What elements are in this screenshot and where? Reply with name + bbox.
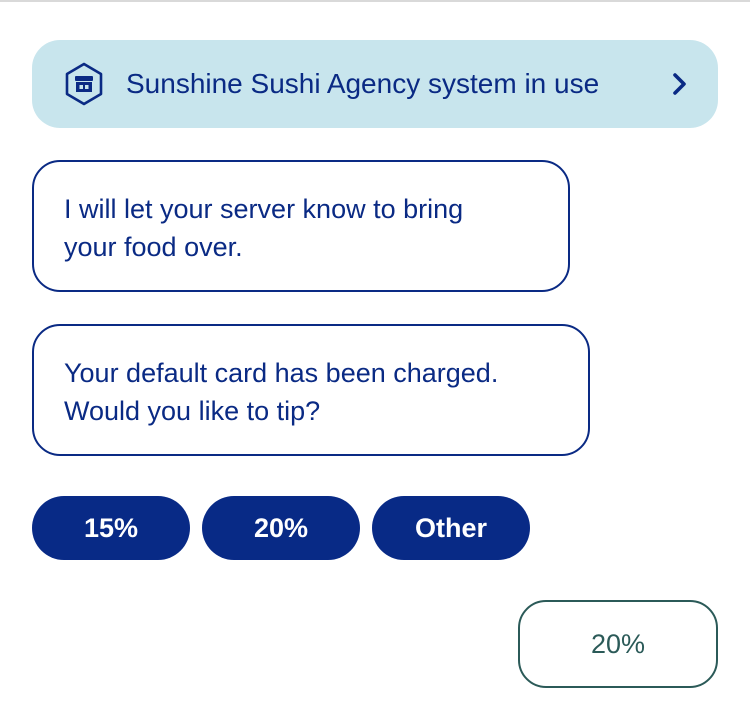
agency-banner-label: Sunshine Sushi Agency system in use — [126, 68, 600, 99]
store-icon — [65, 62, 103, 106]
chevron-right-icon — [673, 73, 686, 95]
message-line: Your default card has been charged. — [64, 358, 499, 388]
tip-15-button[interactable]: 15% — [32, 496, 190, 560]
tip-other-button[interactable]: Other — [372, 496, 530, 560]
bot-message: Your default card has been charged. Woul… — [32, 324, 590, 456]
message-line: I will let your server know to bring — [64, 194, 464, 224]
message-line: Would you like to tip? — [64, 396, 321, 426]
message-line: your food over. — [64, 232, 243, 262]
tip-20-button[interactable]: 20% — [202, 496, 360, 560]
top-divider — [0, 0, 750, 2]
agency-banner[interactable]: Sunshine Sushi Agency system in use — [32, 40, 718, 128]
bot-message: I will let your server know to bring you… — [32, 160, 570, 292]
user-reply-message: 20% — [518, 600, 718, 688]
